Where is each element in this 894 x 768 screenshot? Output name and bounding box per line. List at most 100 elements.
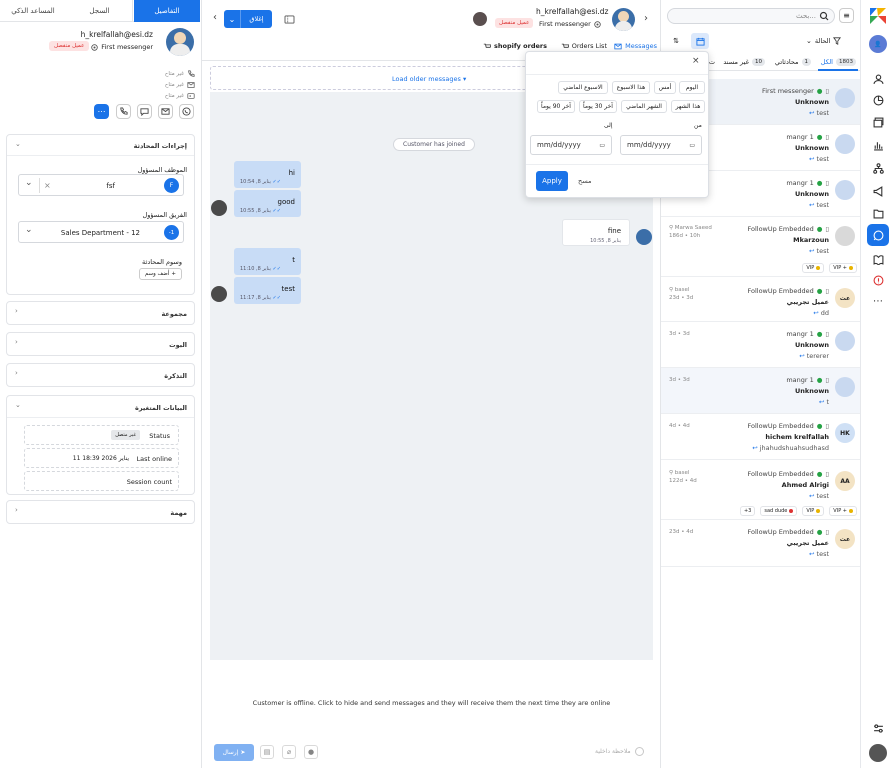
- preset-this-week[interactable]: هذا الاسبوع: [612, 81, 650, 94]
- tab-messages[interactable]: Messages: [614, 42, 657, 50]
- conversation-item[interactable]: AA FollowUp Embedded ● ▯ Ahmed Alrigi ↩ te…: [661, 460, 861, 520]
- chevron-down-icon[interactable]: ⌄: [25, 225, 33, 235]
- layers-icon[interactable]: [870, 114, 886, 130]
- section-title-smart-data[interactable]: البيانات المتغيرة: [135, 404, 187, 412]
- reply-arrow-icon: ↩: [752, 444, 760, 452]
- section-title-actions[interactable]: إجراءات المحادثة: [134, 142, 187, 150]
- section-title-ticket: التذكرة: [164, 372, 187, 380]
- conversation-item[interactable]: mangr 1 ● ▯ Unknown ↩ tererer 3d • 3d: [661, 322, 861, 368]
- pie-chart-icon[interactable]: [870, 92, 886, 108]
- close-conversation-button[interactable]: إغلاق: [241, 10, 272, 28]
- conversation-item[interactable]: FollowUp Embedded ● ▯ Mkarzoun ↩ test ⚲ Mar…: [661, 217, 861, 277]
- tab-details[interactable]: التفاصيل: [134, 0, 200, 22]
- system-message: Customer has joined: [393, 138, 475, 151]
- chevron-right-icon[interactable]: ›: [641, 12, 651, 24]
- call-button[interactable]: [116, 104, 131, 119]
- to-date-input[interactable]: mm/dd/yyyy ▭: [530, 135, 612, 155]
- assignee-initial-avatar: F: [164, 178, 179, 193]
- email-button[interactable]: [158, 104, 173, 119]
- preset-last-90-days[interactable]: آخر 90 يوماً: [537, 100, 575, 113]
- assignee-select[interactable]: F fsf × ⌄: [18, 174, 184, 196]
- megaphone-icon[interactable]: [870, 183, 886, 199]
- template-icon[interactable]: ▤: [260, 745, 274, 759]
- tab-shopify-orders[interactable]: shopify orders: [483, 42, 547, 50]
- search-field[interactable]: بحث...: [667, 8, 835, 24]
- bots-section[interactable]: البوت ›: [6, 332, 195, 356]
- load-older-messages-link[interactable]: Load older messages ▾: [392, 75, 466, 83]
- contact-avatar: [166, 28, 194, 56]
- close-options-dropdown[interactable]: ⌄: [224, 10, 241, 28]
- bar-chart-icon[interactable]: [870, 137, 886, 153]
- date-filter-button[interactable]: [691, 33, 709, 49]
- ticket-icon[interactable]: [282, 12, 296, 26]
- double-check-icon: ✓✓: [272, 179, 281, 185]
- tag-color-dot: [849, 508, 853, 513]
- message-button[interactable]: [137, 104, 152, 119]
- chevron-down-icon[interactable]: ⌄: [15, 401, 21, 409]
- preset-today[interactable]: اليوم: [679, 81, 705, 94]
- reply-arrow-icon: ↩: [809, 247, 817, 255]
- preset-last-30-days[interactable]: آخر 30 يوماً: [579, 100, 617, 113]
- menu-icon[interactable]: ≡: [839, 8, 854, 23]
- attachment-icon[interactable]: ⌀: [282, 745, 296, 759]
- conversation-source: mangr 1 ● ▯: [786, 133, 829, 141]
- chevron-left-icon[interactable]: ‹: [210, 11, 220, 23]
- preset-last-week[interactable]: الاسبوع الماضي: [558, 81, 608, 94]
- tag-color-dot: [816, 508, 821, 513]
- customer-avatar: [636, 229, 652, 245]
- tag-chip: VIP: [802, 263, 825, 273]
- more-actions-button[interactable]: ⋯: [94, 104, 109, 119]
- preset-this-month[interactable]: هذا الشهر: [671, 100, 705, 113]
- hierarchy-icon[interactable]: [870, 160, 886, 176]
- message-bubble: t 11:10 ,8 يناير ✓✓: [234, 248, 301, 275]
- tab-history[interactable]: السجل: [67, 0, 133, 22]
- send-button[interactable]: إرسال ➤: [214, 744, 254, 761]
- clear-button[interactable]: مسح: [578, 177, 591, 185]
- conversation-item[interactable]: HK FollowUp Embedded ● ▯ hichem krelfalla…: [661, 414, 861, 460]
- ticket-section[interactable]: التذكرة ›: [6, 363, 195, 387]
- conversation-item[interactable]: mangr 1 ● ▯ Unknown ↩ t 3d • 3d: [661, 368, 861, 414]
- add-tag-button[interactable]: أضف وسم +: [138, 268, 182, 280]
- status-value: غير متصل: [111, 430, 140, 440]
- more-icon[interactable]: ⋯: [870, 293, 886, 309]
- settings-sliders-icon[interactable]: [870, 720, 886, 736]
- preset-last-month[interactable]: الشهر الماضي: [621, 100, 667, 113]
- chevron-down-icon[interactable]: ⌄: [15, 140, 21, 148]
- conversation-item[interactable]: عت FollowUp Embedded ● ▯ عميل تجريبي ↩ dd ⚲…: [661, 277, 861, 322]
- tab-unassigned[interactable]: غير مسند 10: [723, 58, 765, 66]
- offline-notice[interactable]: Customer is offline. Click to hide and s…: [202, 699, 661, 707]
- book-icon[interactable]: [870, 251, 886, 267]
- user-avatar-icon[interactable]: 👤: [869, 35, 887, 53]
- apply-button[interactable]: Apply: [536, 171, 568, 191]
- info-icon[interactable]: [870, 272, 886, 288]
- tab-ai-assistant[interactable]: المساعد الذكي: [0, 0, 66, 22]
- preset-yesterday[interactable]: أمس: [654, 81, 676, 94]
- channel-icon: ●: [816, 376, 823, 384]
- close-icon[interactable]: ×: [692, 56, 700, 66]
- conversation-tags: VIP + VIP sad dude +3: [737, 506, 857, 516]
- conversation-source: First messenger ● ▯: [761, 87, 829, 95]
- tab-mine[interactable]: محادثاتي 1: [775, 58, 811, 66]
- logo-icon[interactable]: [868, 6, 888, 26]
- tab-orders[interactable]: Orders List: [561, 42, 607, 50]
- sort-icon[interactable]: ⇅: [671, 36, 681, 46]
- group-section[interactable]: مجموعة ›: [6, 301, 195, 325]
- chat-icon[interactable]: [867, 224, 889, 246]
- status-filter[interactable]: ⌄ الحالة: [806, 37, 842, 45]
- profile-avatar-icon[interactable]: [869, 744, 887, 762]
- folder-icon[interactable]: [870, 205, 886, 221]
- reply-arrow-icon: ↩: [799, 352, 807, 360]
- whatsapp-button[interactable]: [179, 104, 194, 119]
- clear-icon[interactable]: ×: [44, 181, 51, 190]
- tab-all[interactable]: الكل 1803: [821, 58, 856, 66]
- team-select[interactable]: -1 Sales Department - 12 ⌄: [18, 221, 184, 243]
- tab-more[interactable]: ت: [709, 58, 715, 66]
- from-date-input[interactable]: mm/dd/yyyy ▭: [620, 135, 702, 155]
- chevron-right-icon: ›: [15, 307, 18, 315]
- user-icon[interactable]: [870, 71, 886, 87]
- conversation-item[interactable]: عت FollowUp Embedded ● ▯ عميل تجريبي ↩ tes…: [661, 520, 861, 567]
- task-section[interactable]: مهمة ›: [6, 500, 195, 524]
- chevron-down-icon[interactable]: ⌄: [25, 178, 33, 188]
- microphone-icon[interactable]: ●: [304, 745, 318, 759]
- internal-note-toggle[interactable]: ملاحظة داخلية: [595, 747, 644, 756]
